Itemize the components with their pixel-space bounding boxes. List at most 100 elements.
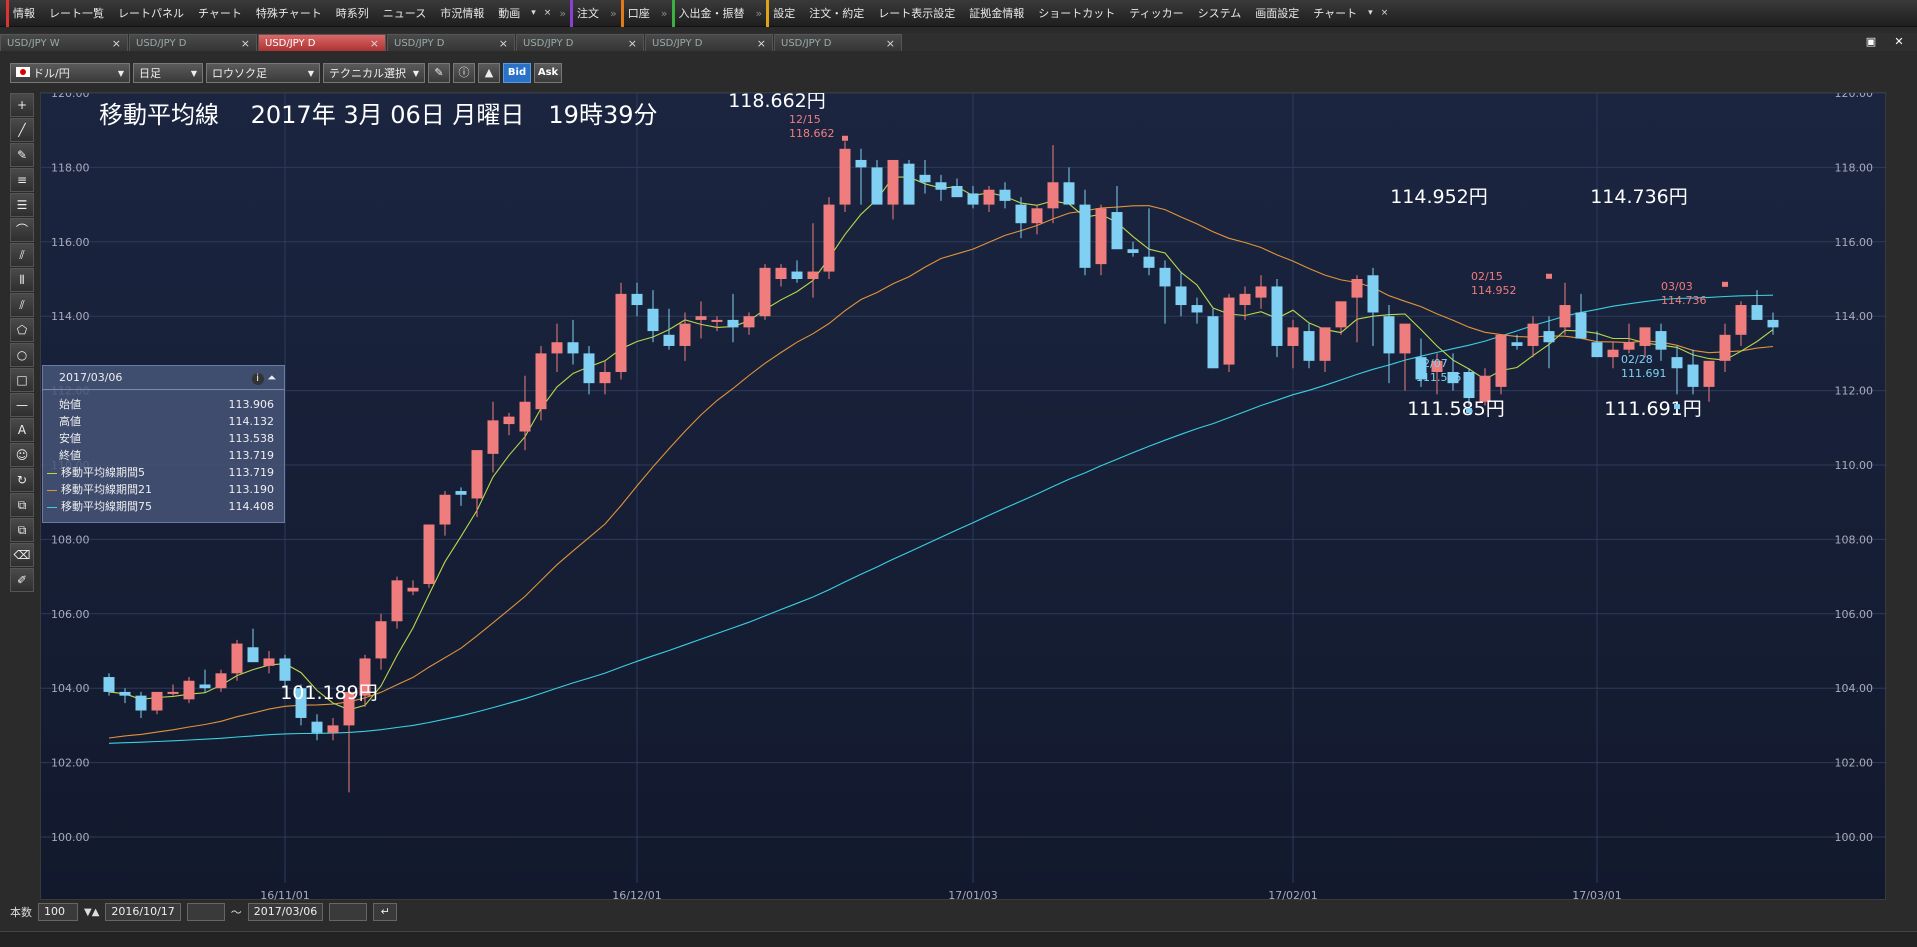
candle-body <box>1623 342 1635 350</box>
menu-sep-4[interactable]: » <box>752 0 767 27</box>
chart-style-icon[interactable]: ▲ <box>478 63 500 83</box>
refresh-button[interactable]: ↵ <box>373 903 398 921</box>
x-tick-label: 17/01/03 <box>948 889 997 901</box>
technical-select[interactable]: テクニカル選択 ▼ <box>323 63 425 83</box>
tab-usdjpy-6[interactable]: USD/JPY D × <box>774 34 902 51</box>
info-icon[interactable]: i <box>251 372 264 385</box>
to-time-field[interactable] <box>329 903 368 921</box>
x-tick-label: 17/02/01 <box>1268 889 1317 901</box>
draw-tool-icon-16[interactable]: ⧉ <box>10 493 34 517</box>
info-icon[interactable]: ⓘ <box>453 63 475 83</box>
menu-sep-1[interactable]: » <box>555 0 570 27</box>
draw-tool-icon-8[interactable]: ⫽ <box>10 293 34 317</box>
annotation-high-2: 114.952円 <box>1390 186 1488 208</box>
price-chart[interactable]: 120.00 120.00 118.00 118.00 116.00 116.00 114.… <box>40 92 1887 901</box>
from-time-field[interactable] <box>186 903 225 921</box>
y-tick-label-right: 114.00 <box>1835 310 1874 323</box>
tab-close-icon[interactable]: × <box>499 37 508 50</box>
draw-tool-icon-7[interactable]: ⦀ <box>10 268 34 292</box>
menu-item-group5-7[interactable]: 画面設定 <box>1248 0 1306 27</box>
menu-caret-b[interactable]: ▾ <box>1364 0 1377 27</box>
menu-item-group2-0[interactable]: 注文 <box>570 0 606 27</box>
tab-usdjpy-3[interactable]: USD/JPY D × <box>387 34 515 51</box>
draw-tool-icon-15[interactable]: ↻ <box>10 468 34 492</box>
close-icon[interactable]: ✕ <box>1889 33 1909 50</box>
candle-body <box>663 334 675 346</box>
menu-item-items-5[interactable]: 時系列 <box>329 0 376 27</box>
draw-tool-icon-0[interactable]: + <box>10 93 34 117</box>
menu-caret-a[interactable]: ▾ <box>527 0 540 27</box>
collapse-icon[interactable]: ⏶ <box>267 371 276 384</box>
draw-tool-icon-17[interactable]: ⧉ <box>10 518 34 542</box>
tab-close-icon[interactable]: × <box>241 37 250 50</box>
tab-usdjpy-1[interactable]: USD/JPY D × <box>129 34 257 51</box>
draw-tool-icon-13[interactable]: A <box>10 418 34 442</box>
menu-item-group5-3[interactable]: 証拠金情報 <box>962 0 1031 27</box>
menu-close-b-icon[interactable]: × <box>1377 0 1393 27</box>
candle-body <box>151 691 163 711</box>
draw-tool-icon-3[interactable]: ≡ <box>10 168 34 192</box>
candle-body <box>855 159 867 168</box>
tab-close-icon[interactable]: × <box>370 37 379 50</box>
menu-item-group5-2[interactable]: レート表示設定 <box>871 0 962 27</box>
candle-body <box>375 621 387 659</box>
period-select[interactable]: 日足 ▼ <box>133 63 203 83</box>
tab-usdjpy-4[interactable]: USD/JPY D × <box>516 34 644 51</box>
menu-item-items-2[interactable]: レートパネル <box>111 0 191 27</box>
menu-item-items-1[interactable]: レート一覧 <box>42 0 111 27</box>
draw-tool-icon-18[interactable]: ⌫ <box>10 543 34 567</box>
draw-tool-icon-5[interactable]: ⌒ <box>10 218 34 242</box>
menu-item-items-7[interactable]: 市況情報 <box>433 0 491 27</box>
menu-item-items-0[interactable]: 情報 <box>6 0 42 27</box>
menu-item-items-3[interactable]: チャート <box>191 0 249 27</box>
bar-count-field[interactable]: 100 <box>38 903 78 921</box>
draw-tool-icon-12[interactable]: — <box>10 393 34 417</box>
menu-sep-2[interactable]: » <box>606 0 621 27</box>
candle-body <box>727 319 739 328</box>
info-row-text: 移動平均線期間21 <box>61 483 152 496</box>
menu-item-group5-0[interactable]: 設定 <box>766 0 802 27</box>
menu-item-group5-6[interactable]: システム <box>1191 0 1249 27</box>
pen-icon[interactable]: ✎ <box>428 63 450 83</box>
tab-usdjpy-0[interactable]: USD/JPY W × <box>0 34 128 51</box>
menu-item-items-8[interactable]: 動画 <box>491 0 527 27</box>
menu-item-group5-5[interactable]: ティッカー <box>1122 0 1190 27</box>
tab-close-icon[interactable]: × <box>886 37 895 50</box>
maximize-icon[interactable]: ▣ <box>1861 33 1881 50</box>
candle-body <box>1095 208 1107 265</box>
tab-usdjpy-2[interactable]: USD/JPY D × <box>258 34 386 51</box>
from-date-field[interactable]: 2016/10/17 <box>105 903 181 921</box>
menu-item-group3-0[interactable]: 口座 <box>620 0 657 27</box>
menu-item-group5-8[interactable]: チャート <box>1306 0 1364 27</box>
tab-close-icon[interactable]: × <box>628 37 637 50</box>
tab-usdjpy-5[interactable]: USD/JPY D × <box>645 34 773 51</box>
menu-item-items-6[interactable]: ニュース <box>376 0 433 27</box>
draw-tool-icon-14[interactable]: ☺ <box>10 443 34 467</box>
currency-pair-select[interactable]: ドル/円 ▼ <box>10 63 130 83</box>
draw-tool-icon-19[interactable]: ✐ <box>10 568 34 592</box>
draw-tool-icon-6[interactable]: ⫽ <box>10 243 34 267</box>
draw-tool-icon-4[interactable]: ☰ <box>10 193 34 217</box>
draw-tool-icon-2[interactable]: ✎ <box>10 143 34 167</box>
bid-toggle[interactable]: Bid <box>503 63 531 83</box>
info-panel-controls[interactable]: i ⏶ <box>251 371 276 385</box>
tab-close-icon[interactable]: × <box>112 37 121 50</box>
menu-item-group5-4[interactable]: ショートカット <box>1031 0 1122 27</box>
draw-tool-icon-1[interactable]: ╱ <box>10 118 34 142</box>
menu-close-a-icon[interactable]: × <box>540 0 556 27</box>
chart-type-select[interactable]: ロウソク足 ▼ <box>206 63 320 83</box>
count-stepper[interactable]: ▼▲ <box>84 907 99 918</box>
to-date-field[interactable]: 2017/03/06 <box>247 903 324 921</box>
info-row-label: 移動平均線期間5 <box>47 464 145 481</box>
ask-toggle[interactable]: Ask <box>534 63 562 83</box>
range-tilde: ～ <box>230 906 242 919</box>
menu-item-group4-0[interactable]: 入出金・振替 <box>671 0 752 27</box>
draw-tool-icon-10[interactable]: ○ <box>10 343 34 367</box>
draw-tool-icon-9[interactable]: ⬠ <box>10 318 34 342</box>
draw-tool-icon-11[interactable]: □ <box>10 368 34 392</box>
menu-item-items-4[interactable]: 特殊チャート <box>249 0 329 27</box>
menu-item-group5-1[interactable]: 注文・約定 <box>802 0 871 27</box>
menu-sep-3[interactable]: » <box>657 0 672 27</box>
status-bar <box>0 931 1917 947</box>
tab-close-icon[interactable]: × <box>757 37 766 50</box>
